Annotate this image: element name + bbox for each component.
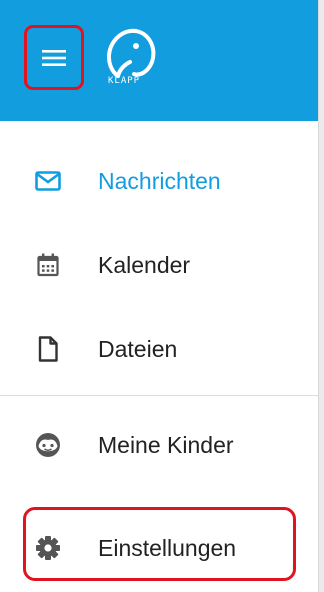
envelope-icon [34,167,62,195]
nav-divider [0,395,318,396]
nav-item-label: Nachrichten [98,167,221,194]
nav-item-label: Kalender [98,251,191,278]
content-edge [318,0,324,592]
child-face-icon [34,431,62,459]
nav-item-kalender[interactable]: Kalender [0,230,318,300]
settings-highlight-frame [23,507,296,581]
nav-item-dateien[interactable]: Dateien [0,314,318,384]
logo-text: KLAPP [108,76,141,86]
nav-item-nachrichten[interactable]: Nachrichten [0,146,318,216]
navigation-drawer: KLAPP Nachrichten Kalender Dateien Meine… [0,0,318,592]
drawer-header: KLAPP [0,0,318,121]
nav-item-label: Dateien [98,335,178,362]
nav-item-label: Meine Kinder [98,431,234,458]
menu-button[interactable] [24,25,84,90]
calendar-icon [34,251,62,279]
hamburger-menu-icon [42,49,66,66]
file-icon [34,335,62,363]
nav-item-meine-kinder[interactable]: Meine Kinder [0,410,318,480]
